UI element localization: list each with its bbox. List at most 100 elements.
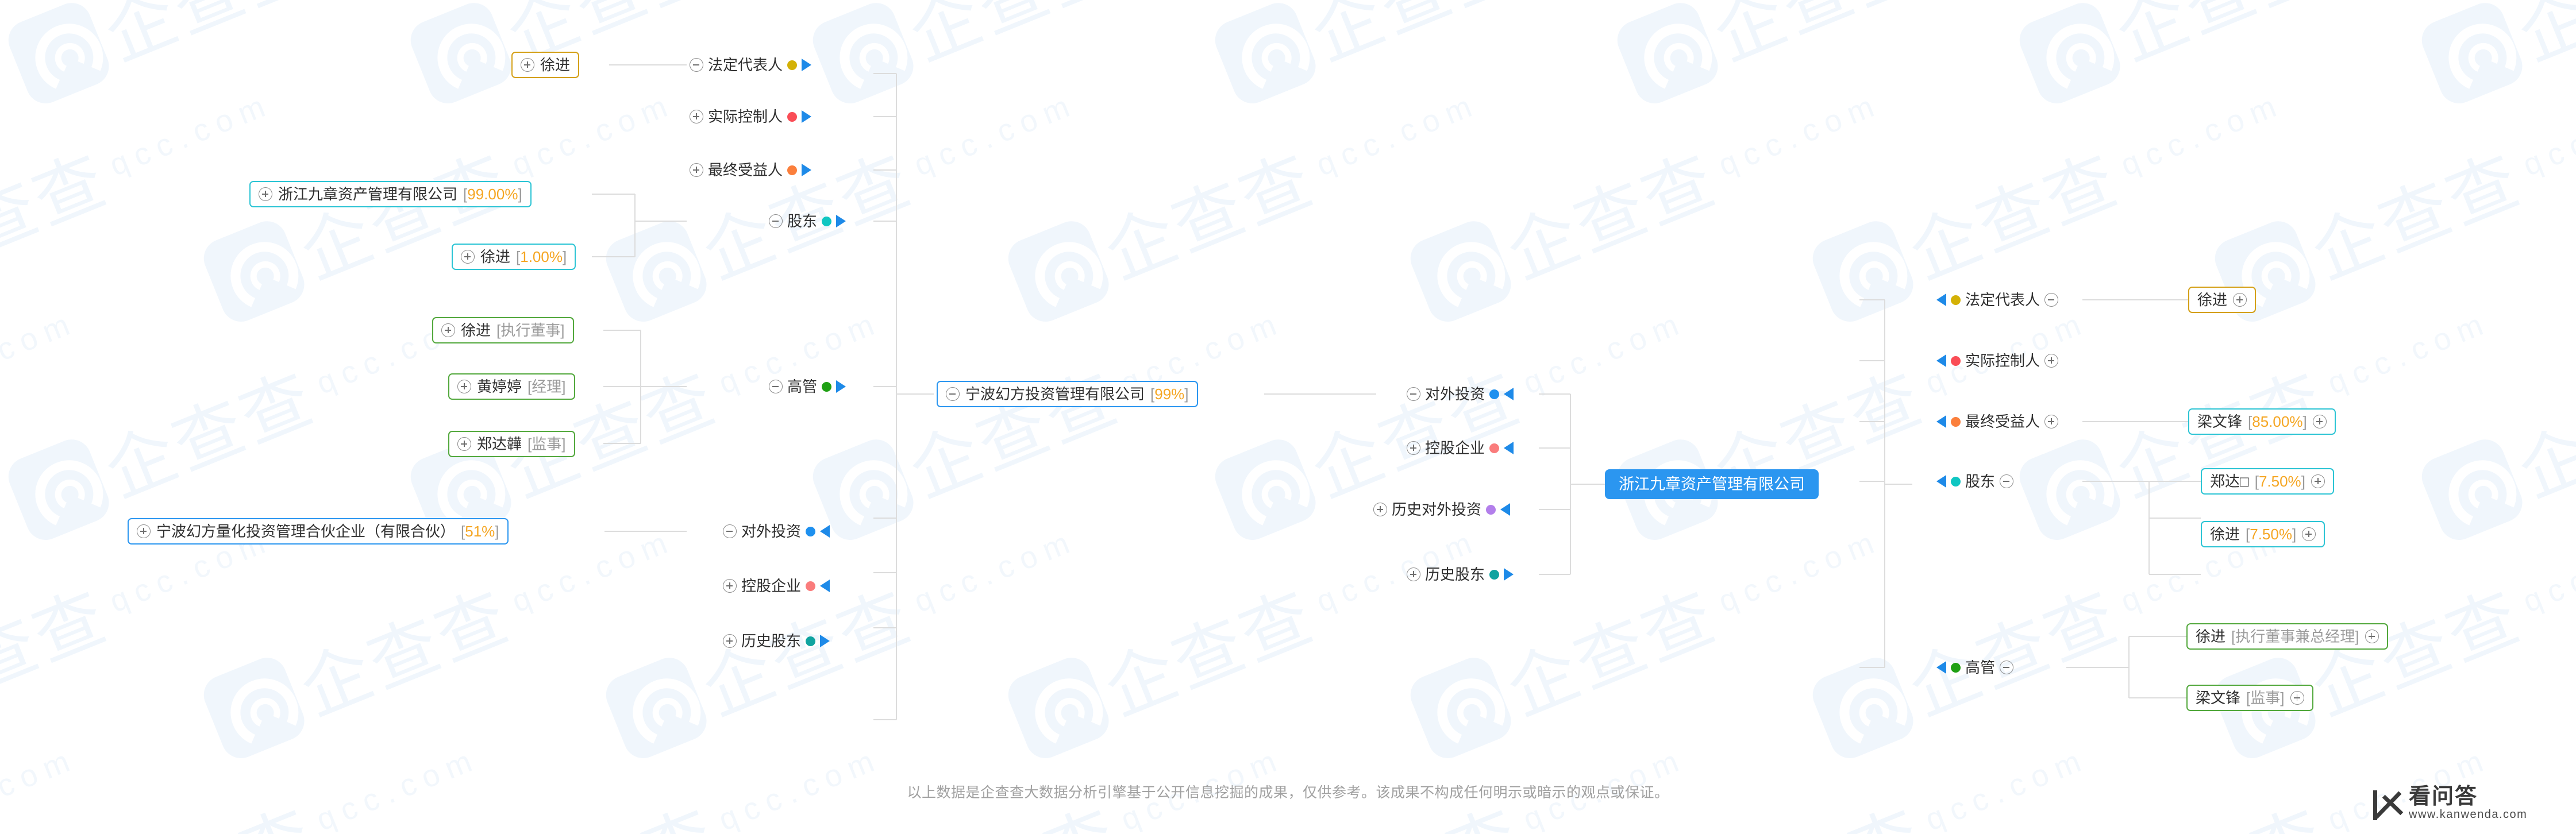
category-color-dot: [787, 60, 798, 70]
node-executive-right-1[interactable]: 梁文锋 [监事]: [2186, 685, 2313, 711]
collapse-toggle-icon[interactable]: [1407, 387, 1420, 401]
node-outbound-left-0[interactable]: 宁波幻方量化投资管理合伙企业（有限合伙） [51%]: [128, 518, 509, 545]
category-color-dot: [1486, 504, 1496, 515]
node-role-wrap: [经理]: [527, 378, 566, 395]
expand-toggle-icon[interactable]: [457, 437, 471, 451]
category-right-actual-control[interactable]: 实际控制人: [1936, 350, 2059, 371]
category-mid-historical-outbound-investment[interactable]: 历史对外投资: [1373, 499, 1511, 520]
expand-toggle-icon[interactable]: [690, 110, 703, 123]
category-color-dot: [806, 636, 816, 646]
expand-toggle-icon[interactable]: [137, 524, 151, 538]
category-mid-holding-company[interactable]: 控股企业: [1407, 438, 1514, 458]
collapse-toggle-icon[interactable]: [690, 58, 703, 72]
node-percent-wrap: [85.00%]: [2248, 413, 2307, 430]
node-shareholder-right-0[interactable]: 郑达□ [7.50%]: [2201, 468, 2334, 495]
arrow-right-icon: [820, 635, 830, 647]
expand-toggle-icon[interactable]: [2233, 293, 2247, 307]
expand-toggle-icon[interactable]: [723, 579, 737, 593]
node-shareholder-right-1[interactable]: 徐进 [7.50%]: [2201, 521, 2325, 547]
category-label: 实际控制人: [1965, 352, 2040, 369]
expand-toggle-icon[interactable]: [461, 250, 475, 264]
node-label: 宁波幻方投资管理有限公司: [965, 385, 1145, 403]
expand-toggle-icon[interactable]: [1407, 567, 1420, 581]
node-label: 徐进: [461, 322, 491, 339]
node-beneficiary-right-0[interactable]: 梁文锋 [85.00%]: [2188, 408, 2336, 435]
expand-toggle-icon[interactable]: [457, 380, 471, 393]
category-left-holding-company[interactable]: 控股企业: [723, 576, 830, 596]
arrow-left-icon: [1936, 415, 1946, 428]
node-label: 宁波幻方量化投资管理合伙企业（有限合伙）: [156, 523, 456, 540]
arrow-left-icon: [1936, 475, 1946, 488]
node-executive-left-0[interactable]: 徐进 [执行董事]: [432, 317, 574, 343]
expand-toggle-icon[interactable]: [441, 323, 455, 337]
expand-toggle-icon[interactable]: [690, 163, 703, 177]
node-shareholder-left-0[interactable]: 浙江九章资产管理有限公司 [99.00%]: [249, 181, 532, 207]
category-left-shareholder[interactable]: 股东: [769, 211, 846, 231]
category-left-executives[interactable]: 高管: [769, 376, 846, 397]
node-legal-rep-right-0[interactable]: 徐进: [2188, 287, 2257, 313]
node-percent: 1.00%: [520, 248, 563, 265]
category-right-beneficiary[interactable]: 最终受益人: [1936, 411, 2059, 432]
category-label: 历史股东: [741, 632, 802, 650]
collapse-toggle-icon[interactable]: [2000, 661, 2014, 674]
node-percent: 7.50%: [2258, 473, 2301, 490]
category-left-actual-control[interactable]: 实际控制人: [690, 106, 812, 127]
expand-toggle-icon[interactable]: [1373, 503, 1387, 516]
brand-text: 看问答 www.kanwenda.com: [2409, 786, 2527, 820]
category-color-dot: [1951, 416, 1961, 427]
category-right-shareholder[interactable]: 股东: [1936, 471, 2014, 492]
collapse-toggle-icon[interactable]: [769, 380, 783, 393]
node-executive-left-1[interactable]: 黄婷婷 [经理]: [448, 373, 575, 400]
node-role: 执行董事: [500, 322, 561, 339]
category-left-beneficiary[interactable]: 最终受益人: [690, 160, 812, 180]
collapse-toggle-icon[interactable]: [2044, 293, 2059, 307]
category-mid-outbound-investment[interactable]: 对外投资: [1407, 384, 1514, 404]
collapse-toggle-icon[interactable]: [2000, 474, 2014, 488]
node-percent-wrap: [99%]: [1150, 385, 1189, 403]
collapse-toggle-icon[interactable]: [946, 387, 960, 401]
category-color-dot: [822, 216, 832, 226]
node-label: 徐进: [2196, 628, 2226, 645]
collapse-toggle-icon[interactable]: [723, 524, 737, 538]
node-label: 梁文锋: [2196, 689, 2241, 706]
node-primary-company[interactable]: 浙江九章资产管理有限公司: [1605, 469, 1819, 499]
node-percent: 51%: [465, 523, 495, 540]
arrow-right-icon: [802, 110, 812, 123]
node-executive-left-2[interactable]: 郑达韡 [监事]: [448, 431, 575, 457]
node-shareholder-left-1[interactable]: 徐进 [1.00%]: [452, 244, 576, 270]
category-color-dot: [806, 581, 816, 591]
collapse-toggle-icon[interactable]: [769, 214, 783, 228]
expand-toggle-icon[interactable]: [2044, 354, 2059, 368]
node-legal-rep-left-0[interactable]: 徐进: [511, 52, 580, 78]
expand-toggle-icon[interactable]: [521, 58, 534, 72]
category-left-outbound-investment[interactable]: 对外投资: [723, 521, 830, 542]
arrow-left-icon: [820, 525, 830, 538]
node-role-wrap: [监事]: [527, 435, 566, 453]
expand-toggle-icon[interactable]: [2312, 415, 2327, 428]
category-label: 股东: [787, 213, 818, 230]
expand-toggle-icon[interactable]: [723, 634, 737, 648]
expand-toggle-icon[interactable]: [2365, 630, 2379, 643]
disclaimer-text: 以上数据是企查查大数据分析引擎基于公开信息挖掘的成果，仅供参考。该成果不构成任何…: [907, 785, 1669, 801]
category-mid-historical-shareholder[interactable]: 历史股东: [1407, 564, 1514, 585]
expand-toggle-icon[interactable]: [2311, 474, 2325, 488]
node-percent-wrap: [1.00%]: [516, 248, 567, 265]
expand-toggle-icon[interactable]: [2290, 691, 2304, 705]
node-role-wrap: [监事]: [2246, 689, 2285, 706]
node-percent: 7.50%: [2250, 526, 2292, 543]
category-label: 控股企业: [741, 577, 802, 594]
expand-toggle-icon[interactable]: [1407, 441, 1420, 455]
category-label: 对外投资: [741, 523, 802, 540]
category-left-historical-shareholder[interactable]: 历史股东: [723, 631, 830, 651]
expand-toggle-icon[interactable]: [259, 187, 272, 201]
expand-toggle-icon[interactable]: [2044, 415, 2059, 428]
expand-toggle-icon[interactable]: [2302, 527, 2316, 541]
node-executive-right-0[interactable]: 徐进 [执行董事兼总经理]: [2186, 623, 2388, 650]
node-parent-company[interactable]: 宁波幻方投资管理有限公司 [99%]: [937, 381, 1198, 407]
node-label: 徐进: [2197, 291, 2228, 308]
category-right-legal-rep[interactable]: 法定代表人: [1936, 289, 2059, 310]
node-role: 执行董事兼总经理: [2235, 628, 2355, 645]
category-right-executives[interactable]: 高管: [1936, 657, 2014, 678]
node-label: 徐进: [540, 56, 571, 74]
category-left-legal-rep[interactable]: 法定代表人: [690, 55, 812, 75]
